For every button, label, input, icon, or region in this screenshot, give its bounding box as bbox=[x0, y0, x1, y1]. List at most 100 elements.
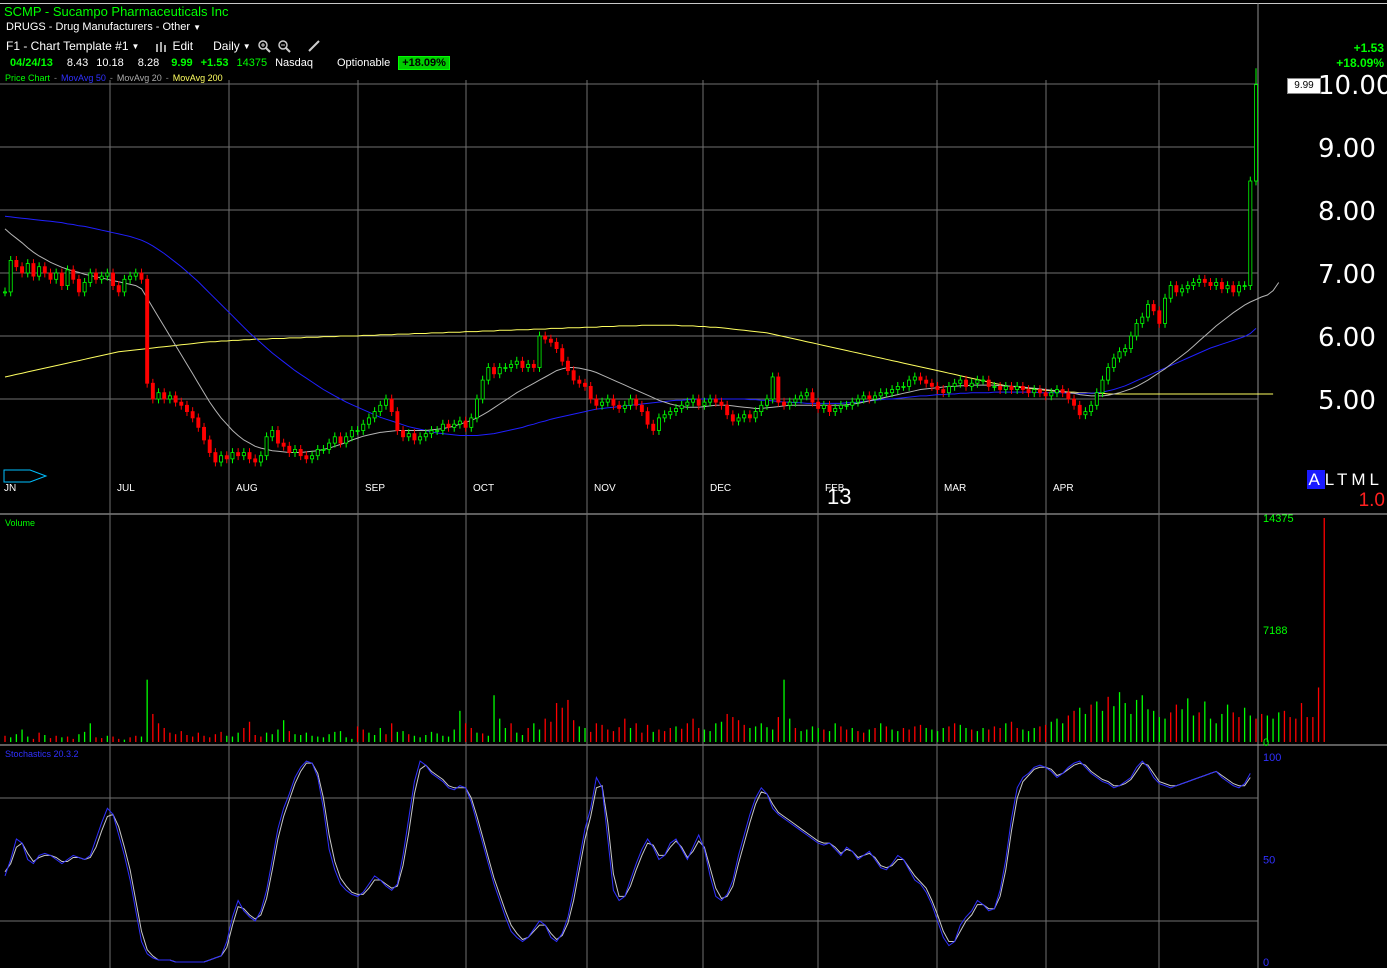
candle-body bbox=[804, 392, 809, 397]
stoch-d-line bbox=[4, 762, 1251, 963]
candle-body bbox=[145, 278, 150, 384]
candle-body bbox=[583, 382, 587, 387]
candle-body bbox=[964, 379, 968, 387]
candle-body bbox=[907, 379, 912, 387]
candle-body bbox=[918, 376, 923, 381]
candle-body bbox=[765, 398, 769, 406]
candle-body bbox=[492, 367, 496, 375]
stoch-tick-label: 100 bbox=[1263, 752, 1281, 764]
candle-body bbox=[1191, 282, 1196, 287]
candle-body bbox=[844, 404, 849, 407]
candle-body bbox=[924, 379, 929, 384]
candle-body bbox=[1214, 282, 1219, 287]
candle-body bbox=[1066, 392, 1071, 400]
candle-body bbox=[406, 433, 411, 438]
candle-body bbox=[76, 278, 81, 293]
candle-body bbox=[48, 272, 53, 280]
candle-body bbox=[770, 376, 775, 400]
candle-body bbox=[59, 272, 64, 287]
candle-body bbox=[975, 379, 980, 384]
candle-body bbox=[42, 266, 47, 274]
candle-body bbox=[1089, 404, 1094, 412]
candle-body bbox=[298, 448, 303, 457]
price-panel bbox=[3, 68, 1280, 467]
candle-body bbox=[440, 423, 445, 431]
candle-body bbox=[1043, 392, 1048, 397]
candle-body bbox=[99, 275, 104, 280]
month-label: MAR bbox=[944, 483, 966, 494]
candle-body bbox=[1106, 367, 1111, 381]
candle-body bbox=[236, 452, 241, 457]
candle-body bbox=[816, 401, 821, 409]
candle-body bbox=[1219, 282, 1224, 290]
chart-grid bbox=[0, 3, 1387, 968]
candle-body bbox=[1225, 285, 1230, 290]
candle-body bbox=[526, 363, 531, 368]
candle-body bbox=[890, 389, 895, 394]
candle-body bbox=[742, 414, 747, 419]
candle-body bbox=[622, 404, 627, 409]
candle-body bbox=[384, 398, 388, 406]
candle-body bbox=[1151, 304, 1156, 312]
candle-body bbox=[361, 423, 366, 431]
candle-body bbox=[821, 404, 826, 409]
altml-toggle[interactable]: ALTML bbox=[1307, 470, 1383, 490]
candle-body bbox=[1060, 389, 1065, 394]
candle-body bbox=[1072, 398, 1077, 406]
candle-body bbox=[469, 417, 474, 428]
chart-canvas[interactable]: JN JUL AUG SEP OCT NOV DEC FEB MAR APR5.006.007.0… bbox=[0, 0, 1387, 968]
month-label: NOV bbox=[594, 483, 616, 494]
candle-body bbox=[122, 278, 127, 293]
candle-body bbox=[577, 379, 582, 384]
candle-body bbox=[1100, 379, 1105, 394]
candle-body bbox=[1032, 389, 1037, 394]
candle-body bbox=[1231, 285, 1236, 293]
candle-body bbox=[776, 376, 781, 403]
candle-body bbox=[986, 379, 991, 387]
candle-body bbox=[833, 408, 838, 413]
candle-body bbox=[929, 382, 934, 387]
stochastics-panel bbox=[4, 760, 1251, 963]
candle-body bbox=[674, 408, 678, 413]
candle-body bbox=[219, 455, 224, 463]
candle-body bbox=[662, 414, 667, 419]
altml-rest[interactable]: LTML bbox=[1325, 470, 1383, 489]
candle-body bbox=[310, 455, 315, 460]
candle-body bbox=[196, 417, 201, 428]
candle-body bbox=[366, 417, 371, 425]
candle-body bbox=[475, 398, 479, 419]
candle-body bbox=[355, 430, 360, 432]
altml-a[interactable]: A bbox=[1307, 470, 1325, 489]
scroll-tab-icon[interactable] bbox=[3, 469, 48, 483]
candle-body bbox=[65, 269, 70, 287]
candle-body bbox=[1049, 392, 1054, 397]
candle-body bbox=[389, 398, 394, 413]
candle-body bbox=[457, 420, 462, 425]
stoch-legend[interactable]: Stochastics 20.3.2 bbox=[5, 749, 79, 759]
candle-body bbox=[1117, 351, 1122, 359]
candle-body bbox=[605, 398, 610, 403]
candle-body bbox=[190, 411, 195, 419]
candle-body bbox=[628, 398, 633, 406]
candle-body bbox=[401, 430, 406, 438]
candle-body bbox=[418, 436, 423, 441]
candle-body bbox=[810, 392, 815, 403]
volume-legend[interactable]: Volume bbox=[5, 518, 35, 528]
candle-body bbox=[167, 395, 172, 400]
candle-body bbox=[429, 430, 434, 435]
candle-body bbox=[116, 285, 121, 293]
candle-body bbox=[867, 395, 872, 400]
candle-body bbox=[8, 259, 13, 293]
candle-body bbox=[736, 417, 741, 422]
candle-body bbox=[543, 335, 548, 340]
volume-tick-label: 14375 bbox=[1263, 513, 1294, 525]
candle-body bbox=[554, 341, 559, 349]
candle-body bbox=[270, 430, 275, 438]
candle-body bbox=[878, 392, 883, 397]
candle-body bbox=[31, 263, 36, 277]
stoch-k-line bbox=[4, 760, 1251, 963]
candle-body bbox=[1009, 385, 1014, 390]
candle-body bbox=[645, 411, 650, 425]
candle-body bbox=[332, 436, 337, 444]
candle-body bbox=[463, 420, 468, 428]
